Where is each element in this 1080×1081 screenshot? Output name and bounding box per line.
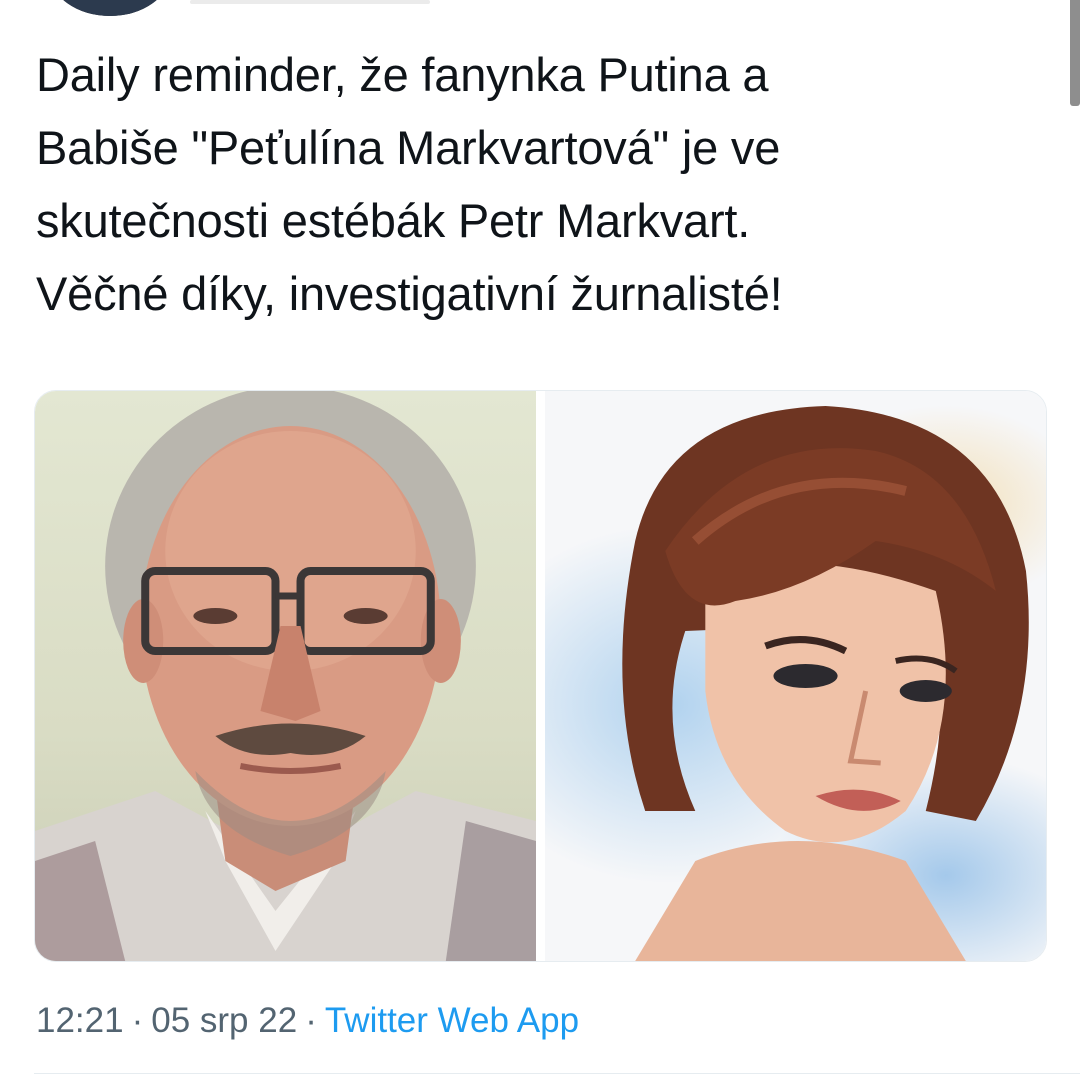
photo-man[interactable]: [35, 391, 536, 961]
tweet-source-link[interactable]: Twitter Web App: [325, 1001, 579, 1040]
tweet-text-line: skutečnosti estébák Petr Markvart.: [36, 194, 751, 247]
separator: ·: [131, 1001, 144, 1040]
tweet-media-grid: [34, 390, 1047, 962]
divider: [34, 1073, 1080, 1074]
author-avatar[interactable]: [50, 0, 170, 16]
tweet-date[interactable]: 05 srp 22: [151, 1001, 297, 1040]
tweet-text-line: Věčné díky, investigativní žurnalisté!: [36, 267, 783, 320]
tweet-time[interactable]: 12:21: [36, 1001, 124, 1040]
portrait-photo-icon: [35, 391, 536, 961]
tweet-text: Daily reminder, že fanynka Putina a Babi…: [36, 38, 1056, 330]
tweet-meta: 12:21 · 05 srp 22 · Twitter Web App: [36, 996, 579, 1046]
illustration-icon: [622, 406, 1029, 961]
separator: ·: [305, 1001, 317, 1040]
tweet-text-line: Babiše "Peťulína Markvartová" je ve: [36, 121, 781, 174]
tweet-text-line: Daily reminder, že fanynka Putina a: [36, 48, 769, 101]
author-name-fragment: [190, 0, 430, 4]
photo-woman[interactable]: [545, 391, 1046, 961]
scrollbar[interactable]: [1070, 0, 1080, 106]
